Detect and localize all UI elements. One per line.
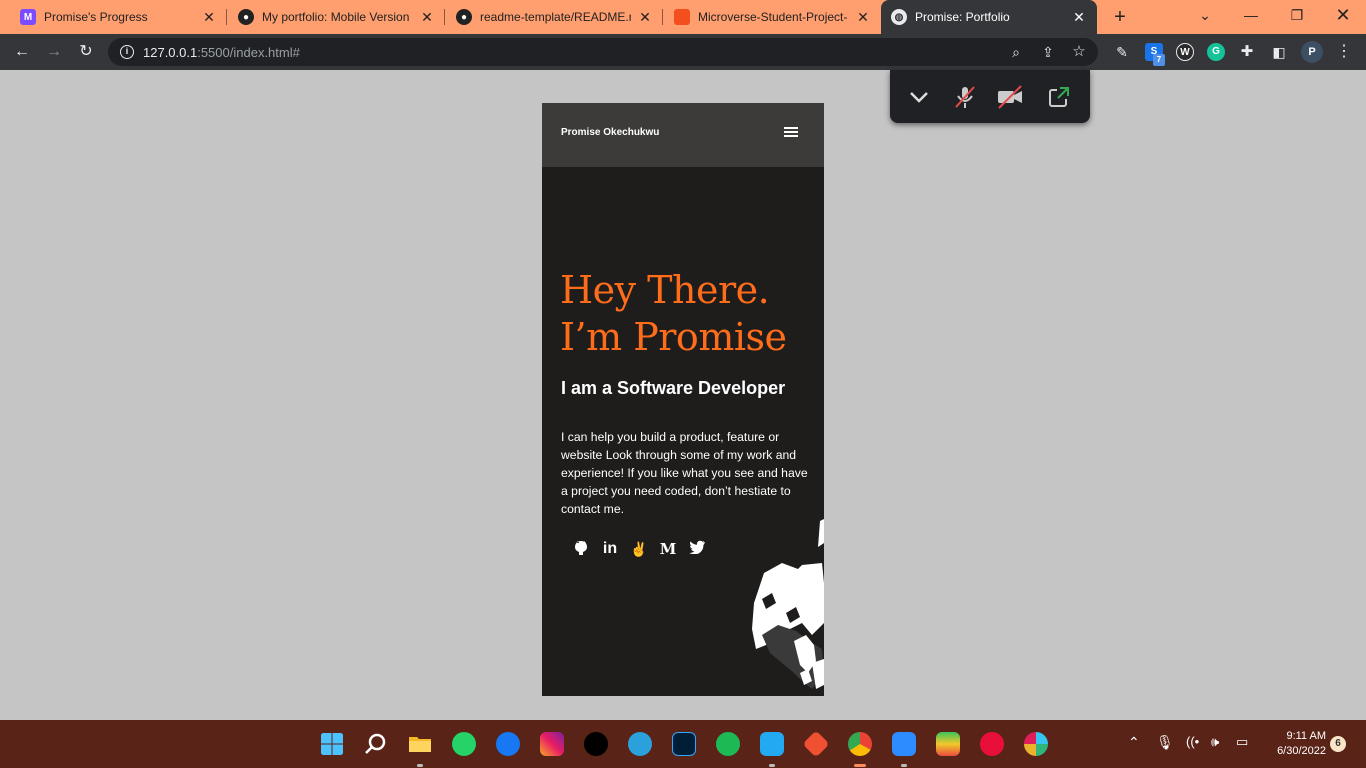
clock-date: 6/30/2022 bbox=[1277, 745, 1326, 757]
chrome-icon[interactable] bbox=[848, 732, 872, 756]
tab-my-portfolio[interactable]: ● My portfolio: Mobile Version ✕ bbox=[228, 0, 445, 34]
extension-w-icon[interactable]: W bbox=[1176, 43, 1194, 61]
volume-icon[interactable]: 🕪 bbox=[1211, 734, 1219, 750]
chevron-down-icon[interactable] bbox=[906, 84, 932, 110]
hero-heading-line2: I’m Promise bbox=[560, 315, 787, 359]
notification-badge[interactable]: 6 bbox=[1330, 736, 1346, 752]
tab-readme-template[interactable]: ● readme-template/README.md ✕ bbox=[446, 0, 663, 34]
url-host: 127.0.0.1 bbox=[143, 44, 198, 60]
url-path: :5500/index.html# bbox=[197, 44, 300, 60]
browser-toolbar: ← → ↻ i 127.0.0.1 :5500/index.html# ⌕ ⇪ … bbox=[0, 34, 1366, 70]
file-explorer-icon[interactable] bbox=[408, 732, 432, 756]
share-icon[interactable]: ⇪ bbox=[1036, 40, 1060, 64]
microphone-icon[interactable]: 🎙 bbox=[1156, 734, 1174, 751]
hero-intro: I can help you build a product, feature … bbox=[561, 430, 808, 516]
zoom-icon[interactable]: ⌕ bbox=[1004, 40, 1028, 64]
site-header: Promise Okechukwu bbox=[542, 103, 824, 167]
progress-icon: M bbox=[20, 9, 36, 25]
windows-taskbar: ⌃ 🎙 ((• 🕪 ▭ 6 bbox=[0, 720, 1366, 768]
app-red-circle-icon[interactable] bbox=[980, 732, 1004, 756]
figma-icon bbox=[674, 9, 690, 25]
address-bar[interactable]: i 127.0.0.1 :5500/index.html# bbox=[108, 38, 1098, 66]
reload-button[interactable]: ↻ bbox=[74, 40, 98, 64]
search-icon[interactable] bbox=[364, 732, 388, 756]
slack-icon[interactable] bbox=[1024, 732, 1048, 756]
site-info-icon[interactable]: i bbox=[120, 45, 134, 59]
close-window-button[interactable]: ✕ bbox=[1320, 0, 1366, 30]
angellist-icon[interactable]: ✌ bbox=[630, 540, 648, 558]
wifi-icon[interactable]: ((• bbox=[1186, 734, 1199, 749]
portfolio-page: Promise Okechukwu Hey There. I’m Promise… bbox=[542, 103, 824, 696]
github-icon[interactable] bbox=[572, 540, 590, 558]
twitter-icon[interactable] bbox=[688, 540, 706, 558]
mic-muted-icon[interactable] bbox=[952, 84, 978, 110]
system-clock[interactable]: 9:11 AM 6/30/2022 bbox=[1262, 729, 1326, 759]
hamburger-icon[interactable] bbox=[784, 127, 798, 139]
side-panel-icon[interactable]: ◧ bbox=[1267, 40, 1291, 64]
menu-kebab-icon[interactable]: ⋮ bbox=[1332, 40, 1356, 64]
tiktok-icon[interactable] bbox=[584, 732, 608, 756]
open-external-icon[interactable] bbox=[1046, 84, 1072, 110]
tab-microverse-project[interactable]: Microverse-Student-Project- ✕ bbox=[664, 0, 881, 34]
close-tab-icon[interactable]: ✕ bbox=[201, 9, 217, 26]
site-brand[interactable]: Promise Okechukwu bbox=[561, 127, 659, 138]
tab-title: Microverse-Student-Project- bbox=[698, 10, 848, 24]
grammarly-icon[interactable]: G bbox=[1207, 43, 1225, 61]
maximize-button[interactable]: ❐ bbox=[1274, 0, 1320, 30]
spotify-icon[interactable] bbox=[716, 732, 740, 756]
close-tab-icon[interactable]: ✕ bbox=[637, 9, 653, 26]
linkedin-icon[interactable]: in bbox=[601, 540, 619, 558]
profile-avatar[interactable]: P bbox=[1301, 41, 1323, 63]
vscode-icon[interactable] bbox=[760, 732, 784, 756]
tab-promises-progress[interactable]: M Promise's Progress ✕ bbox=[10, 0, 227, 34]
globe-icon: ◍ bbox=[891, 9, 907, 25]
hero-heading-line1: Hey There. bbox=[560, 268, 770, 312]
github-icon: ● bbox=[456, 9, 472, 25]
whatsapp-icon[interactable] bbox=[452, 732, 476, 756]
tab-strip: M Promise's Progress ✕ ● My portfolio: M… bbox=[0, 0, 1366, 34]
tab-title: readme-template/README.md bbox=[480, 10, 631, 24]
extension-pen-icon[interactable]: ✎ bbox=[1110, 40, 1134, 64]
minimize-button[interactable]: — bbox=[1228, 0, 1274, 30]
back-button[interactable]: ← bbox=[10, 40, 34, 64]
decorative-graphic bbox=[752, 519, 824, 689]
telegram-icon[interactable] bbox=[628, 732, 652, 756]
close-tab-icon[interactable]: ✕ bbox=[419, 9, 435, 26]
photoshop-icon[interactable] bbox=[672, 732, 696, 756]
extension-badge: 7 bbox=[1153, 54, 1165, 66]
git-icon[interactable] bbox=[802, 730, 830, 758]
clock-time: 9:11 AM bbox=[1286, 730, 1326, 742]
meeting-controls-popup bbox=[890, 70, 1090, 123]
battery-icon[interactable]: ▭ bbox=[1236, 734, 1248, 750]
tray-chevron-icon[interactable]: ⌃ bbox=[1128, 734, 1140, 751]
bookmark-star-icon[interactable]: ☆ bbox=[1067, 40, 1091, 64]
tab-search-button[interactable]: ⌄ bbox=[1182, 0, 1228, 30]
zoom-app-icon[interactable] bbox=[892, 732, 916, 756]
camera-off-icon[interactable] bbox=[996, 84, 1024, 110]
forward-button[interactable]: → bbox=[42, 40, 66, 64]
hero-heading: Hey There. I’m Promise bbox=[560, 267, 820, 361]
social-links: in ✌ M bbox=[572, 540, 706, 558]
tab-title: Promise's Progress bbox=[44, 10, 148, 24]
medium-icon[interactable]: M bbox=[659, 540, 677, 558]
facebook-icon[interactable] bbox=[496, 732, 520, 756]
instagram-icon[interactable] bbox=[540, 732, 564, 756]
github-icon: ● bbox=[238, 9, 254, 25]
hero-subheading: I am a Software Developer bbox=[561, 378, 786, 398]
close-tab-icon[interactable]: ✕ bbox=[1071, 9, 1087, 26]
bluestacks-icon[interactable] bbox=[936, 732, 960, 756]
new-tab-button[interactable]: + bbox=[1108, 5, 1132, 29]
windows-start-icon[interactable] bbox=[320, 732, 344, 756]
tab-title: My portfolio: Mobile Version bbox=[262, 10, 410, 24]
close-tab-icon[interactable]: ✕ bbox=[855, 9, 871, 26]
tab-title: Promise: Portfolio bbox=[915, 10, 1010, 24]
tab-promise-portfolio[interactable]: ◍ Promise: Portfolio ✕ bbox=[881, 0, 1097, 34]
extensions-puzzle-icon[interactable]: ✚ bbox=[1235, 40, 1259, 64]
